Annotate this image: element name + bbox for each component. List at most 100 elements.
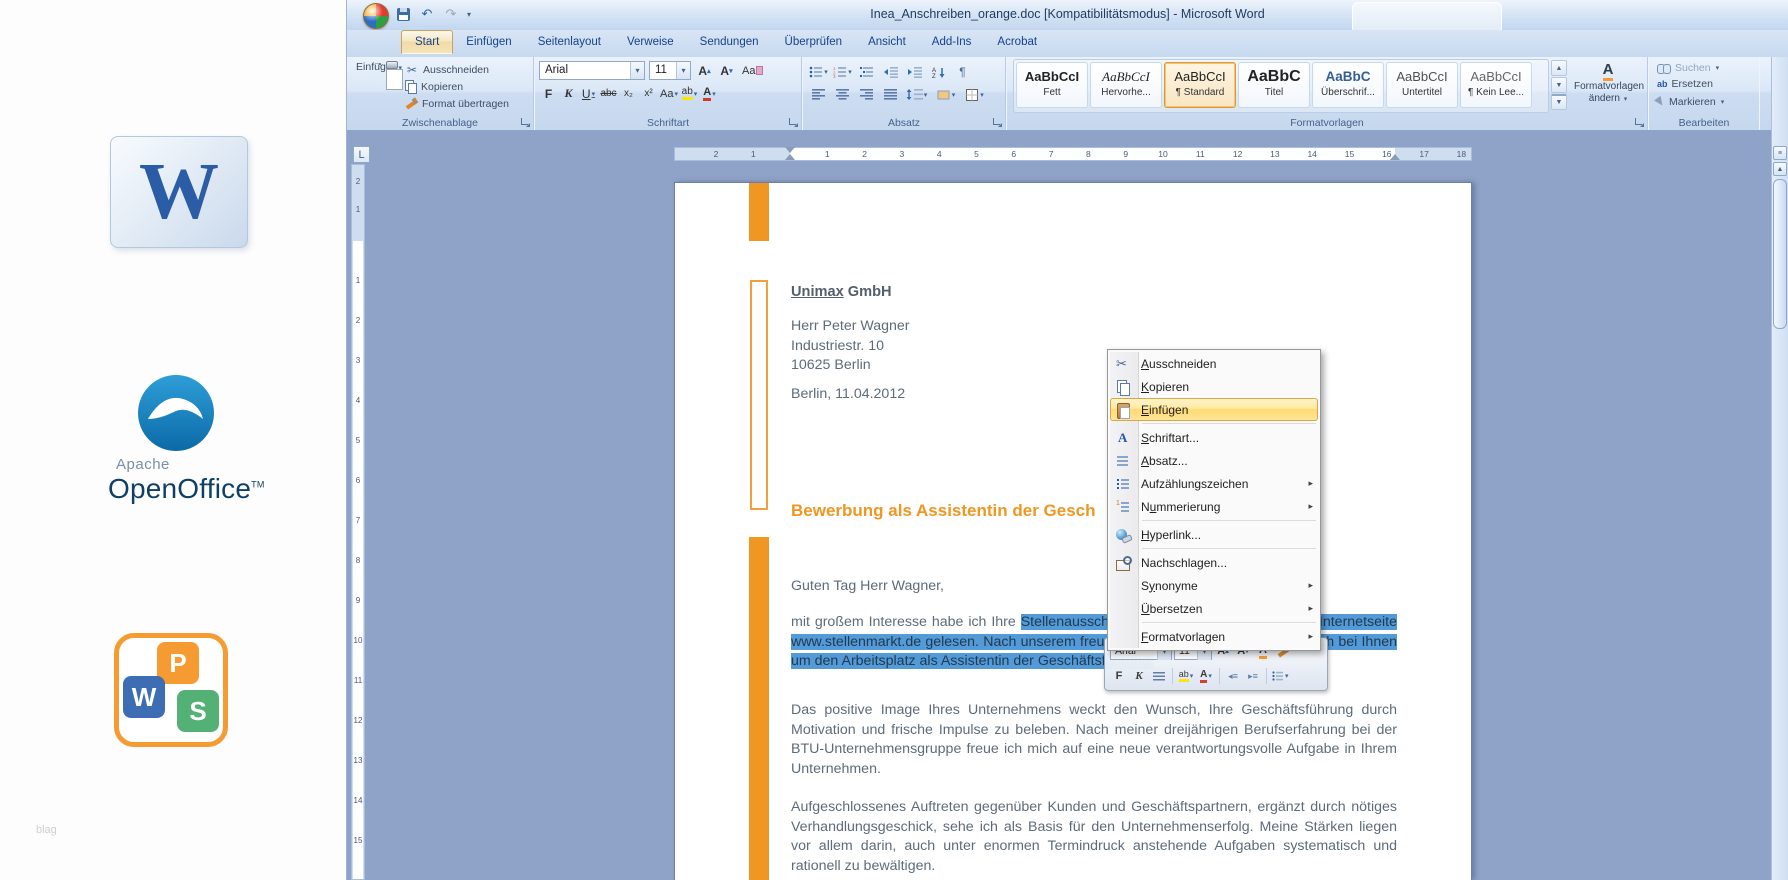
style-tile[interactable]: AaBbCcIUntertitel <box>1386 62 1458 108</box>
context-menu-item[interactable]: Kopieren <box>1110 375 1318 398</box>
horizontal-ruler[interactable]: 21123456789101112131415161718 <box>347 146 1771 162</box>
scroll-up-button[interactable]: ▲ <box>1773 162 1787 176</box>
style-tile[interactable]: AaBbCcI¶ Standard <box>1164 62 1236 108</box>
replace-button[interactable]: ab Ersetzen <box>1657 78 1724 90</box>
gallery-up-button[interactable]: ▲ <box>1551 60 1567 76</box>
tab-start[interactable]: Start <box>401 30 453 54</box>
context-menu-item[interactable]: Formatvorlagen▸ <box>1110 625 1318 648</box>
context-menu-item[interactable]: Nummerierung▸ <box>1110 495 1318 518</box>
format-painter-button[interactable]: Format übertragen <box>405 97 509 110</box>
gallery-more-button[interactable]: ▼ <box>1551 94 1567 110</box>
hanging-indent-marker[interactable] <box>785 154 795 160</box>
strikethrough-button[interactable]: abc <box>599 84 618 103</box>
context-menu-item[interactable]: Übersetzen▸ <box>1110 597 1318 620</box>
change-styles-button[interactable]: A Formatvorlagen ändern ▾ <box>1573 58 1643 124</box>
line-spacing-button[interactable]: ▾ <box>903 84 931 105</box>
tab-einfügen[interactable]: Einfügen <box>453 30 524 53</box>
context-menu-item[interactable]: Aufzählungszeichen▸ <box>1110 472 1318 495</box>
tab-ansicht[interactable]: Ansicht <box>855 30 919 53</box>
show-paragraph-marks-button[interactable]: ¶ <box>951 61 974 82</box>
ruler-number: 4 <box>352 396 364 405</box>
document-page[interactable]: Unimax GmbH Herr Peter Wagner Industries… <box>674 182 1472 880</box>
select-label: Markieren <box>1669 96 1716 108</box>
font-color-button[interactable]: A▾ <box>700 84 719 103</box>
style-tile[interactable]: AaBbCÜberschrif... <box>1312 62 1384 108</box>
bullets-button[interactable]: ▾ <box>807 61 830 82</box>
tab-acrobat[interactable]: Acrobat <box>984 30 1050 53</box>
bold-button[interactable]: F <box>539 84 558 103</box>
style-tile[interactable]: AaBbCcIHervorhe... <box>1090 62 1162 108</box>
mini-align-center-button[interactable] <box>1150 667 1168 685</box>
context-menu-item[interactable]: Schriftart... <box>1110 426 1318 449</box>
tab-verweise[interactable]: Verweise <box>614 30 687 53</box>
mini-bullets-button[interactable]: ▾ <box>1271 667 1290 685</box>
mini-font-color-button[interactable]: A▾ <box>1197 667 1215 685</box>
italic-button[interactable]: K <box>559 84 578 103</box>
ruler-number: 1 <box>825 149 830 159</box>
increase-indent-button[interactable] <box>903 61 926 82</box>
word-logo-letter: W <box>139 152 219 232</box>
justify-button[interactable] <box>879 84 902 105</box>
context-menu-item[interactable]: Nachschlagen... <box>1110 551 1318 574</box>
change-styles-icon: A <box>1603 62 1614 81</box>
mini-increase-indent-button[interactable]: ▸≡ <box>1244 667 1262 685</box>
vertical-scrollbar[interactable]: ≡ ▲ <box>1771 57 1788 880</box>
superscript-button[interactable]: x² <box>639 84 658 103</box>
tab-sendungen[interactable]: Sendungen <box>687 30 772 53</box>
tab-überprüfen[interactable]: Überprüfen <box>772 30 856 53</box>
text-highlight-button[interactable]: ab▾ <box>680 84 699 103</box>
mini-highlight-arrow-icon: ▾ <box>1190 672 1194 680</box>
context-menu-item[interactable]: Hyperlink... <box>1110 523 1318 546</box>
company-word: Unimax <box>791 284 844 300</box>
tab-seitenlayout[interactable]: Seitenlayout <box>525 30 614 53</box>
first-line-indent-marker[interactable] <box>785 147 795 153</box>
align-right-button[interactable] <box>855 84 878 105</box>
style-tile[interactable]: AaBbCcIFett <box>1016 62 1088 108</box>
style-tile[interactable]: AaBbCTitel <box>1238 62 1310 108</box>
align-left-button[interactable] <box>807 84 830 105</box>
subscript-button[interactable]: x₂ <box>619 84 638 103</box>
styles-dialog-launcher[interactable] <box>1635 118 1644 127</box>
vertical-ruler[interactable]: 21123456789101112131415 <box>351 164 365 880</box>
cut-button[interactable]: ✂ Ausschneiden <box>405 63 489 77</box>
shading-button[interactable]: ▾ <box>932 84 960 105</box>
style-name: Überschrif... <box>1313 87 1383 98</box>
mini-italic-button[interactable]: K <box>1130 667 1148 685</box>
gallery-down-button[interactable]: ▼ <box>1551 77 1567 93</box>
decrease-indent-button[interactable] <box>879 61 902 82</box>
paste-button[interactable]: Einfügen▾ <box>355 60 403 120</box>
select-button[interactable]: Markieren ▾ <box>1657 94 1724 110</box>
borders-button[interactable]: ▾ <box>961 84 989 105</box>
find-arrow-icon: ▾ <box>1716 64 1720 72</box>
scrollbar-thumb[interactable] <box>1773 179 1787 329</box>
paragraph-dialog-launcher[interactable] <box>993 118 1002 127</box>
multilevel-list-button[interactable] <box>855 61 878 82</box>
clear-formatting-button[interactable]: Aa <box>741 61 764 80</box>
numbering-button[interactable]: 123▾ <box>831 61 854 82</box>
mini-decrease-indent-button[interactable]: ◂≡ <box>1224 667 1242 685</box>
style-preview: AaBbC <box>1239 69 1309 84</box>
ruler-toggle-button[interactable]: ≡ <box>1773 146 1787 160</box>
mini-bold-button[interactable]: F <box>1110 667 1128 685</box>
font-family-select[interactable]: Arial <box>539 61 645 80</box>
underline-button[interactable]: U▾ <box>579 84 598 103</box>
context-menu-item[interactable]: Ausschneiden <box>1110 352 1318 375</box>
change-case-button[interactable]: Aa▾ <box>659 84 679 103</box>
context-menu-item[interactable]: Einfügen <box>1110 398 1318 421</box>
copy-button[interactable]: Kopieren <box>405 80 463 93</box>
tab-add-ins[interactable]: Add-Ins <box>919 30 985 53</box>
clipboard-dialog-launcher[interactable] <box>521 118 530 127</box>
context-menu-item[interactable]: Absatz... <box>1110 449 1318 472</box>
shrink-font-button[interactable]: A▾ <box>717 61 736 80</box>
grow-font-button[interactable]: A▴ <box>695 61 714 80</box>
context-menu-item[interactable]: Synonyme▸ <box>1110 574 1318 597</box>
font-dialog-launcher[interactable] <box>789 118 798 127</box>
lookup-icon <box>1115 555 1131 571</box>
menu-separator <box>1142 520 1316 521</box>
find-button[interactable]: Suchen ▾ <box>1657 62 1724 74</box>
style-tile[interactable]: AaBbCcI¶ Kein Lee... <box>1460 62 1532 108</box>
mini-highlight-button[interactable]: ab▾ <box>1177 667 1195 685</box>
sort-button[interactable]: AZ <box>927 61 950 82</box>
align-center-button[interactable] <box>831 84 854 105</box>
font-size-select[interactable]: 11 <box>649 61 691 80</box>
